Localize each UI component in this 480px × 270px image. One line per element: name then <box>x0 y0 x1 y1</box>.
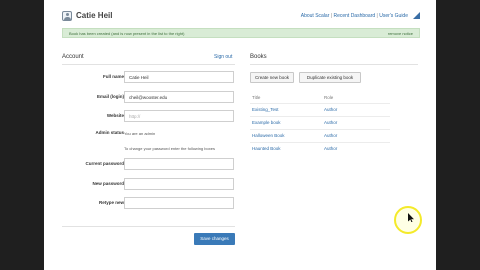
header: Catie Heil About Scalar | Recent Dashboa… <box>62 10 420 24</box>
table-row: Existing_Test Author <box>250 103 390 115</box>
book-title-link[interactable]: Halloween Book <box>252 130 285 142</box>
new-password-input[interactable] <box>124 178 234 190</box>
create-book-button[interactable]: Create new book <box>250 72 294 83</box>
website-label: Website <box>106 113 124 118</box>
table-row: Haunted Book Author <box>250 142 390 154</box>
admin-status-label: Admin status <box>95 130 124 135</box>
account-title: Account <box>62 54 84 60</box>
duplicate-book-button[interactable]: Duplicate existing book <box>299 72 361 83</box>
book-title-link[interactable]: Example book <box>252 117 281 129</box>
account-bottom-divider <box>62 226 235 227</box>
success-notice: Book has been created (and is now presen… <box>62 28 420 38</box>
user-avatar-icon <box>62 11 72 21</box>
current-password-label: Current password <box>85 161 124 166</box>
book-role: Author <box>324 107 338 112</box>
retype-password-label: Retype new <box>98 200 124 205</box>
books-title: Books <box>250 54 267 60</box>
save-changes-button[interactable]: Save changes <box>194 233 235 245</box>
table-row: Halloween Book Author <box>250 129 390 141</box>
book-role: Author <box>324 120 338 125</box>
recent-dashboard-link[interactable]: Recent Dashboard <box>333 13 375 19</box>
books-divider <box>250 64 418 65</box>
email-label: Email (login) <box>97 94 124 99</box>
book-title-link[interactable]: Existing_Test <box>252 104 279 116</box>
scalar-logo-icon[interactable] <box>413 12 420 19</box>
signout-link[interactable]: Sign out <box>214 53 232 61</box>
users-guide-link[interactable]: User's Guide <box>379 13 408 19</box>
table-header: Title Role <box>250 93 390 103</box>
retype-password-input[interactable] <box>124 197 234 209</box>
role-column-header: Role <box>324 95 334 100</box>
remove-notice-link[interactable]: remove notice <box>388 30 413 37</box>
header-links: About Scalar | Recent Dashboard | User's… <box>300 13 408 19</box>
email-input[interactable] <box>124 91 234 103</box>
new-password-label: New password <box>92 181 124 186</box>
book-role: Author <box>324 133 338 138</box>
title-column-header: Title <box>252 95 261 100</box>
dashboard-page: Catie Heil About Scalar | Recent Dashboa… <box>44 0 436 270</box>
about-scalar-link[interactable]: About Scalar <box>301 13 330 19</box>
book-role: Author <box>324 146 338 151</box>
admin-status-value: You are an admin <box>124 131 156 136</box>
book-title-link[interactable]: Haunted Book <box>252 143 281 155</box>
password-note: To change your password enter the follow… <box>124 146 215 151</box>
full-name-label: Full name <box>102 74 124 79</box>
user-name: Catie Heil <box>76 11 113 20</box>
website-input[interactable] <box>124 110 234 122</box>
account-divider <box>62 64 235 65</box>
current-password-input[interactable] <box>124 158 234 170</box>
full-name-input[interactable] <box>124 71 234 83</box>
notice-text: Book has been created (and is now presen… <box>69 31 185 36</box>
table-row: Example book Author <box>250 116 390 128</box>
